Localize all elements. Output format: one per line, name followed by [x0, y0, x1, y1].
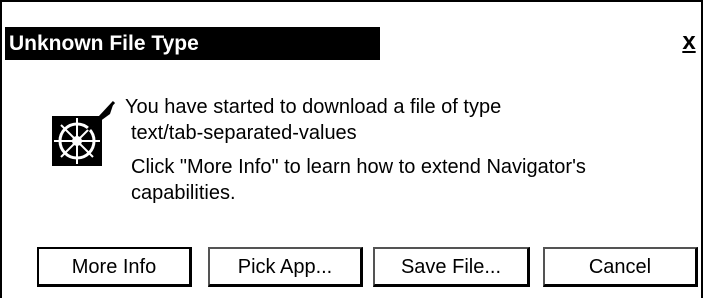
navigator-wheel-icon [44, 100, 116, 172]
message-line-1: You have started to download a file of t… [125, 96, 502, 118]
message-line-4: capabilities. [131, 182, 236, 204]
pick-app-button[interactable]: Pick App... [208, 247, 363, 287]
cancel-button[interactable]: Cancel [543, 247, 698, 287]
message-file-type: text/tab-separated-values [131, 122, 357, 144]
message-line-3: Click "More Info" to learn how to extend… [131, 156, 586, 178]
unknown-file-type-dialog: Unknown File Type x You have started to … [0, 0, 703, 298]
more-info-button[interactable]: More Info [37, 247, 192, 287]
dialog-title: Unknown File Type [5, 27, 380, 60]
close-button[interactable]: x [676, 26, 702, 58]
save-file-button[interactable]: Save File... [373, 247, 530, 287]
